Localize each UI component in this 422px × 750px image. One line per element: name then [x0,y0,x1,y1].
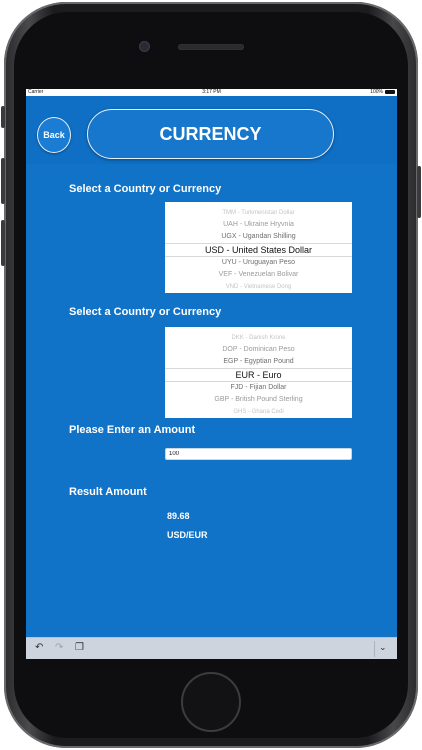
from-currency-label: Select a Country or Currency [69,183,222,195]
keyboard-toolbar: ↶ ↷ ❐ ⌄ [26,637,397,659]
chevron-down-icon[interactable]: ⌄ [379,642,387,653]
header: Back CURRENCY [26,96,397,164]
amount-label: Please Enter an Amount [69,424,196,436]
battery-icon [385,90,395,94]
picker-option[interactable]: EGP - Egyptian Pound [165,356,352,368]
page-title: CURRENCY [87,109,334,159]
status-bar: Carrier 3:17 PM 100% [26,89,397,96]
mute-switch [1,106,5,128]
app-screen: Carrier 3:17 PM 100% Back CURRENCY Selec… [26,89,397,659]
to-currency-picker[interactable]: DKK - Danish Krone DOP - Dominican Peso … [165,327,352,418]
picker-option[interactable]: GHS - Ghana Cedi [165,406,352,418]
result-value: 89.68 [167,511,190,521]
volume-up-button [1,158,5,204]
picker-selected-option[interactable]: USD - United States Dollar [165,243,352,257]
back-button[interactable]: Back [37,117,71,153]
status-time: 3:17 PM [202,89,221,95]
picker-option[interactable]: UGX - Ugandan Shilling [165,231,352,243]
picker-option[interactable]: TMM - Turkmenistan Dollar [165,207,352,219]
picker-option[interactable]: VEF - Venezuelan Bolivar [165,269,352,281]
redo-icon[interactable]: ↷ [55,642,63,653]
from-currency-picker[interactable]: TMM - Turkmenistan Dollar UAH - Ukraine … [165,202,352,293]
volume-down-button [1,220,5,266]
front-camera [139,41,150,52]
result-currency-pair: USD/EUR [167,530,208,540]
picker-option[interactable]: GBP - British Pound Sterling [165,394,352,406]
picker-option[interactable]: VND - Vietnamese Dong [165,281,352,293]
picker-option[interactable]: UAH - Ukraine Hryvnia [165,219,352,231]
amount-input[interactable] [165,448,352,460]
earpiece-speaker [178,44,244,50]
picker-option[interactable]: DOP - Dominican Peso [165,344,352,356]
battery-percent: 100% [370,89,383,95]
result-label: Result Amount [69,486,147,498]
toolbar-divider [374,641,375,657]
paste-icon[interactable]: ❐ [75,642,84,653]
undo-icon[interactable]: ↶ [35,642,43,653]
home-button[interactable] [181,672,241,732]
to-currency-label: Select a Country or Currency [69,306,222,318]
power-button [417,166,421,218]
picker-option[interactable]: UYU - Uruguayan Peso [165,257,352,269]
picker-selected-option[interactable]: EUR - Euro [165,368,352,382]
picker-option[interactable]: DKK - Danish Krone [165,332,352,344]
picker-option[interactable]: FJD - Fijian Dollar [165,382,352,394]
